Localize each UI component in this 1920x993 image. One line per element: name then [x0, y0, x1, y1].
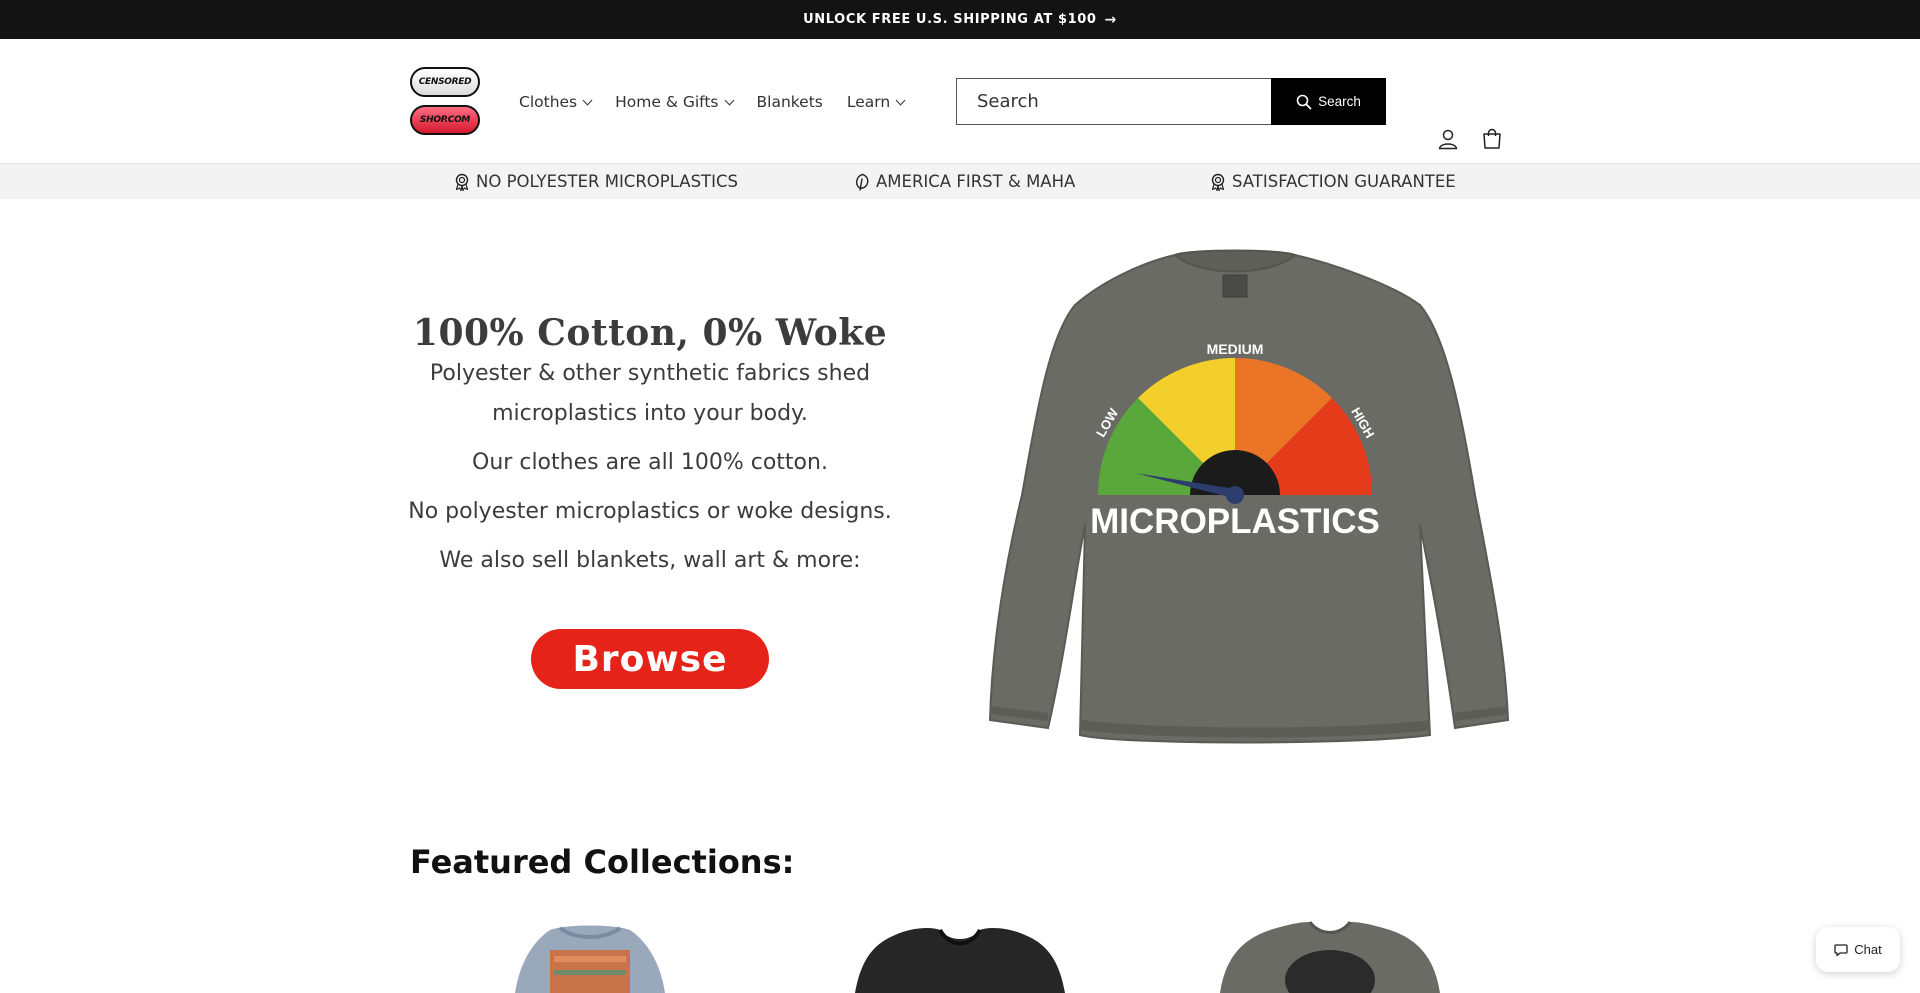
logo-top-pill: CENSORED: [410, 67, 480, 97]
hero-title: 100% Cotton, 0% Woke: [412, 312, 888, 354]
chat-bubble-icon: [1834, 943, 1848, 956]
sweater-body: [988, 253, 1510, 744]
hero-paragraph: We also sell blankets, wall art & more:: [439, 548, 861, 573]
browse-button[interactable]: Browse: [531, 629, 769, 689]
site-header: CENSORED SHOP.COM Clothes Home & Gifts B…: [0, 39, 1920, 164]
collection-card-hoodie-blue[interactable]: [480, 920, 700, 993]
badge-icon: [455, 173, 469, 191]
chat-button[interactable]: Chat: [1816, 927, 1900, 972]
search-bar: Search: [956, 78, 1386, 125]
trust-item-satisfaction: SATISFACTION GUARANTEE: [1209, 164, 1456, 199]
collection-card-tee-gray[interactable]: [1220, 920, 1440, 993]
search-button[interactable]: Search: [1271, 78, 1386, 125]
leaf-icon: [856, 173, 869, 191]
collection-card-hoodie-black[interactable]: [850, 920, 1070, 993]
trust-item-microplastics: NO POLYESTER MICROPLASTICS: [453, 164, 738, 199]
arrow-right-icon: →: [1104, 11, 1117, 28]
main-nav: Clothes Home & Gifts Blankets Learn: [519, 39, 906, 164]
gauge-label-medium: MEDIUM: [1207, 341, 1264, 357]
search-icon: [1296, 94, 1312, 109]
chevron-down-icon: [582, 95, 593, 105]
chevron-down-icon: [895, 95, 906, 105]
hero-paragraph: No polyester microplastics or woke desig…: [408, 499, 892, 524]
trust-bar: NO POLYESTER MICROPLASTICS AMERICA FIRST…: [0, 164, 1920, 199]
hero-paragraph: Polyester & other synthetic fabrics shed…: [429, 361, 871, 426]
nav-item-learn[interactable]: Learn: [847, 93, 906, 111]
hero-sweater-image[interactable]: MEDIUM LOW HIGH MICROPLASTICS: [960, 245, 1510, 745]
logo[interactable]: CENSORED SHOP.COM: [410, 67, 480, 137]
announcement-bar[interactable]: UNLOCK FREE U.S. SHIPPING AT $100 →: [0, 0, 1920, 39]
hoodie-image: [855, 927, 1065, 993]
neck-label: [1222, 274, 1248, 298]
tshirt-image: [1220, 921, 1440, 993]
hero-text: 100% Cotton, 0% Woke Polyester & other s…: [400, 312, 900, 581]
gauge-caption: MICROPLASTICS: [1090, 502, 1380, 541]
search-input[interactable]: [956, 78, 1271, 125]
nav-item-clothes[interactable]: Clothes: [519, 93, 593, 111]
cart-icon[interactable]: [1479, 126, 1505, 152]
trust-item-america-first: AMERICA FIRST & MAHA: [853, 164, 1075, 199]
logo-bottom-pill: SHOP.COM: [410, 105, 480, 135]
account-icon[interactable]: [1435, 126, 1461, 152]
hoodie-image: [515, 925, 665, 993]
featured-collections-heading: Featured Collections:: [410, 843, 795, 881]
nav-item-home-gifts[interactable]: Home & Gifts: [615, 93, 734, 111]
nav-item-blankets[interactable]: Blankets: [757, 93, 823, 111]
chevron-down-icon: [724, 95, 734, 105]
announcement-text: UNLOCK FREE U.S. SHIPPING AT $100: [803, 12, 1097, 27]
hero-paragraph: Our clothes are all 100% cotton.: [472, 450, 828, 475]
badge-icon: [1211, 173, 1225, 191]
